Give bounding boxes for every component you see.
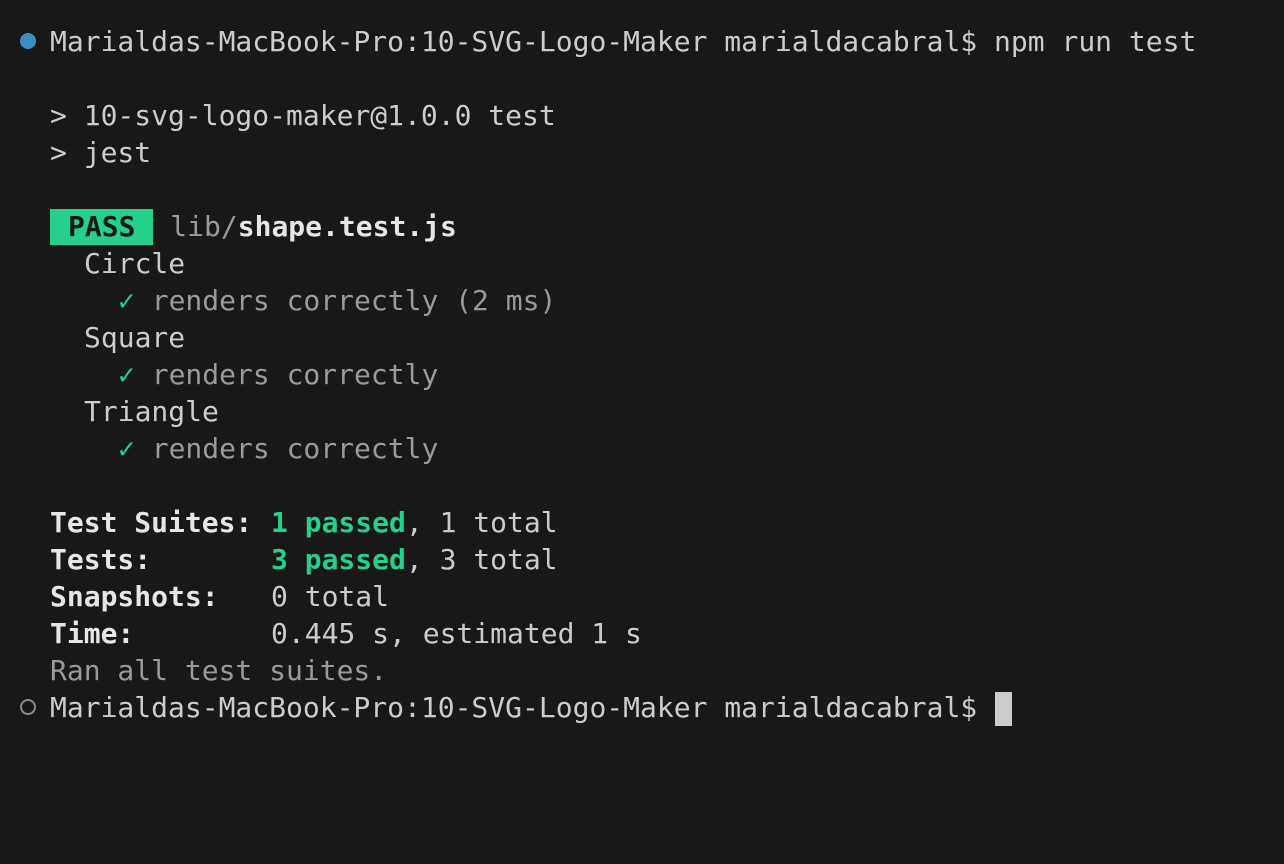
text-cursor[interactable] [995, 692, 1013, 726]
npm-output-line-2: > jest [50, 136, 152, 169]
describe-triangle: Triangle [84, 395, 219, 428]
checkmark-icon: ✓ [118, 432, 135, 465]
tests-passed: 3 passed [271, 543, 406, 576]
suites-passed: 1 passed [271, 506, 406, 539]
command-success-dot-icon [20, 33, 36, 49]
npm-output-line-1: > 10-svg-logo-maker@1.0.0 test [50, 99, 556, 132]
time-value: 0.445 s, estimated 1 s [271, 617, 642, 650]
tests-total: , 3 total [405, 543, 558, 576]
ran-all-message: Ran all test suites. [50, 654, 388, 687]
prompt-command: npm run test [994, 25, 1197, 58]
summary-label: Time: [50, 617, 135, 650]
summary-label: Tests: [50, 543, 152, 576]
summary-suites: Test Suites: 1 passed, 1 total [50, 505, 558, 541]
pass-badge: PASS [50, 209, 154, 245]
test-item: ✓ renders correctly [118, 431, 438, 467]
prompt-host-path: Marialdas-MacBook-Pro:10-SVG-Logo-Maker … [50, 691, 978, 724]
prompt-line-1: Marialdas-MacBook-Pro:10-SVG-Logo-Maker … [50, 24, 1196, 60]
prompt-line-2: Marialdas-MacBook-Pro:10-SVG-Logo-Maker … [50, 690, 1013, 726]
test-file-name: shape.test.js [237, 210, 457, 243]
summary-snapshots: Snapshots: 0 total [50, 579, 389, 615]
checkmark-icon: ✓ [118, 358, 135, 391]
describe-square: Square [84, 321, 186, 354]
test-name: renders correctly [151, 432, 439, 465]
summary-label: Snapshots: [50, 580, 219, 613]
describe-circle: Circle [84, 247, 186, 280]
suites-total: , 1 total [405, 506, 558, 539]
prompt-host-path: Marialdas-MacBook-Pro:10-SVG-Logo-Maker … [50, 25, 978, 58]
summary-tests: Tests: 3 passed, 3 total [50, 542, 558, 578]
summary-label: Test Suites: [50, 506, 253, 539]
test-file-result: PASS lib/shape.test.js [50, 209, 457, 245]
terminal-window[interactable]: Marialdas-MacBook-Pro:10-SVG-Logo-Maker … [0, 0, 1284, 864]
test-name: renders correctly [151, 358, 439, 391]
test-item: ✓ renders correctly [118, 357, 438, 393]
command-pending-dot-icon [20, 699, 36, 715]
test-file-dir: lib/ [170, 210, 238, 243]
checkmark-icon: ✓ [118, 284, 135, 317]
test-name: renders correctly (2 ms) [151, 284, 557, 317]
snapshots-value: 0 total [271, 580, 390, 613]
test-item: ✓ renders correctly (2 ms) [118, 283, 556, 319]
summary-time: Time: 0.445 s, estimated 1 s [50, 616, 642, 652]
